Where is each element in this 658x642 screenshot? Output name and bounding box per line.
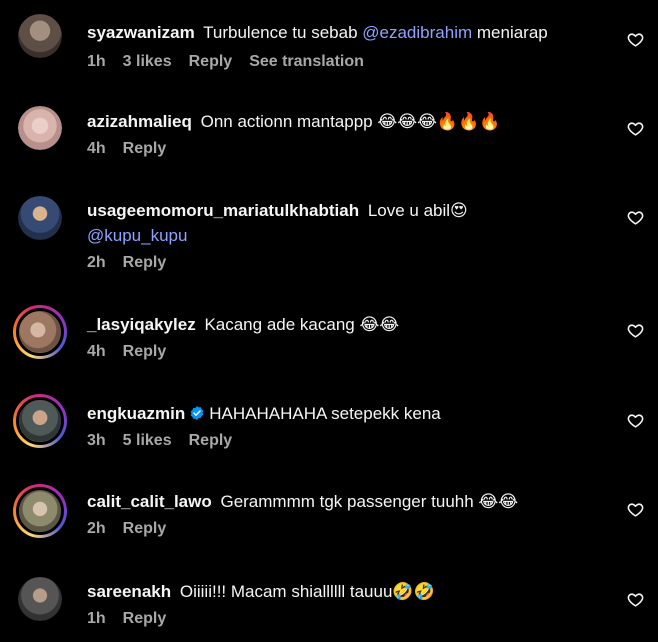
- comment-content: Love u abil😍: [367, 201, 468, 220]
- reply-button[interactable]: Reply: [123, 140, 167, 158]
- comment-time: 4h: [87, 343, 106, 360]
- comment-body: usageemomoru_mariatulkhabtiah Love u abi…: [87, 198, 618, 272]
- comment-username[interactable]: syazwanizam: [87, 23, 195, 42]
- comment-content: Gerammmm tgk passenger tuuhh 😂😂: [220, 492, 519, 511]
- avatar-story-ring[interactable]: [13, 484, 67, 538]
- avatar[interactable]: [18, 577, 62, 621]
- comment-time: 1h: [87, 53, 106, 70]
- comment-body: sareenakh Oiiiii!!! Macam shiallllll tau…: [87, 579, 618, 628]
- heart-icon[interactable]: [627, 412, 644, 429]
- comment-time: 1h: [87, 610, 106, 627]
- comments-list: syazwanizam Turbulence tu sebab @ezadibr…: [0, 0, 658, 642]
- comment-content: Kacang ade kacang 😂😂: [204, 315, 400, 334]
- reply-button[interactable]: Reply: [123, 343, 167, 361]
- verified-badge-icon: [190, 406, 204, 420]
- comment-text: _lasyiqakylez Kacang ade kacang 😂😂: [87, 312, 618, 337]
- avatar-image: [18, 196, 62, 240]
- comment-text: usageemomoru_mariatulkhabtiah Love u abi…: [87, 198, 618, 248]
- comment-username[interactable]: engkuazmin: [87, 404, 185, 423]
- comment-mention[interactable]: @ezadibrahim: [362, 23, 472, 42]
- comment-meta: 4h Reply: [87, 343, 618, 361]
- comment-content: Onn actionn mantappp 😂😂😂🔥🔥🔥: [200, 112, 501, 131]
- heart-icon[interactable]: [627, 501, 644, 518]
- comment-meta: 2h Reply: [87, 254, 618, 272]
- avatar: [16, 308, 64, 356]
- comment-username[interactable]: azizahmalieq: [87, 112, 192, 131]
- comment-text: calit_calit_lawo Gerammmm tgk passenger …: [87, 489, 618, 514]
- reply-button[interactable]: Reply: [189, 53, 233, 71]
- reply-button[interactable]: Reply: [123, 610, 167, 628]
- comment-text: syazwanizam Turbulence tu sebab @ezadibr…: [87, 20, 618, 45]
- comment-time: 2h: [87, 254, 106, 271]
- comment-meta: 1h Reply: [87, 610, 618, 628]
- reply-button[interactable]: Reply: [123, 254, 167, 272]
- comment-username[interactable]: usageemomoru_mariatulkhabtiah: [87, 201, 359, 220]
- avatar-story-ring[interactable]: [13, 394, 67, 448]
- comment-body: syazwanizam Turbulence tu sebab @ezadibr…: [87, 20, 618, 71]
- comment-username[interactable]: calit_calit_lawo: [87, 492, 212, 511]
- comment-content: Oiiiii!!! Macam shiallllll tauuu🤣🤣: [179, 582, 435, 601]
- comment-meta: 4h Reply: [87, 140, 618, 158]
- comment-username[interactable]: sareenakh: [87, 582, 171, 601]
- comment-mention[interactable]: @kupu_kupu: [87, 226, 187, 245]
- avatar-image: [18, 14, 62, 58]
- heart-icon[interactable]: [627, 591, 644, 608]
- avatar-image: [18, 577, 62, 621]
- avatar: [16, 397, 64, 445]
- comment-body: calit_calit_lawo Gerammmm tgk passenger …: [87, 489, 618, 538]
- avatar[interactable]: [18, 106, 62, 150]
- reply-button[interactable]: Reply: [123, 520, 167, 538]
- comment-body: engkuazmin HAHAHAHAHA setepekk kena 3h 5 …: [87, 401, 618, 450]
- comment-text: azizahmalieq Onn actionn mantappp 😂😂😂🔥🔥🔥: [87, 109, 618, 134]
- heart-icon[interactable]: [627, 209, 644, 226]
- avatar: [16, 487, 64, 535]
- comment-meta: 3h 5 likes Reply: [87, 432, 618, 450]
- comment-content-after: meniarap: [476, 23, 548, 42]
- reply-button[interactable]: Reply: [189, 432, 233, 450]
- comment-meta: 1h 3 likes Reply See translation: [87, 53, 618, 71]
- comment-meta: 2h Reply: [87, 520, 618, 538]
- avatar-story-ring[interactable]: [13, 305, 67, 359]
- comment-text: sareenakh Oiiiii!!! Macam shiallllll tau…: [87, 579, 618, 604]
- heart-icon[interactable]: [627, 322, 644, 339]
- avatar-image: [19, 490, 61, 532]
- comment-time: 4h: [87, 140, 106, 157]
- comment-time: 3h: [87, 432, 106, 449]
- avatar[interactable]: [18, 196, 62, 240]
- comment-body: azizahmalieq Onn actionn mantappp 😂😂😂🔥🔥🔥…: [87, 109, 618, 158]
- comment-time: 2h: [87, 520, 106, 537]
- comment-likes[interactable]: 5 likes: [123, 432, 172, 450]
- heart-icon[interactable]: [627, 31, 644, 48]
- comment-body: _lasyiqakylez Kacang ade kacang 😂😂 4h Re…: [87, 312, 618, 361]
- heart-icon[interactable]: [627, 120, 644, 137]
- avatar-image: [19, 400, 61, 442]
- see-translation-button[interactable]: See translation: [249, 53, 364, 71]
- comment-content: HAHAHAHAHA setepekk kena: [209, 404, 441, 423]
- avatar-image: [18, 106, 62, 150]
- comment-likes[interactable]: 3 likes: [123, 53, 172, 71]
- comment-text: engkuazmin HAHAHAHAHA setepekk kena: [87, 401, 618, 426]
- avatar[interactable]: [18, 14, 62, 58]
- avatar-image: [19, 311, 61, 353]
- comment-content: Turbulence tu sebab: [203, 23, 358, 42]
- comment-username[interactable]: _lasyiqakylez: [87, 315, 196, 334]
